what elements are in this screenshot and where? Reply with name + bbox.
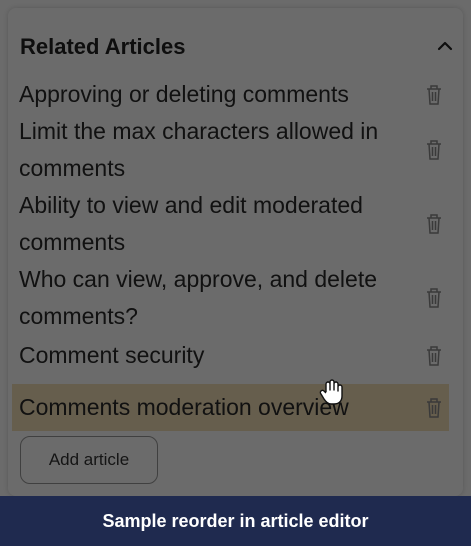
article-item[interactable]: Limit the max characters allowed in comm… bbox=[12, 113, 449, 187]
article-title[interactable]: Comment security bbox=[19, 342, 204, 368]
chevron-up-icon bbox=[437, 41, 453, 51]
article-title[interactable]: Who can view, approve, and delete commen… bbox=[19, 266, 377, 329]
article-item-dragging[interactable]: Comments moderation overview bbox=[12, 384, 449, 431]
trash-icon[interactable] bbox=[425, 139, 443, 161]
article-title[interactable]: Ability to view and edit moderated comme… bbox=[19, 192, 363, 255]
panel-title: Related Articles bbox=[20, 34, 186, 59]
article-title[interactable]: Approving or deleting comments bbox=[19, 81, 349, 107]
article-title[interactable]: Comments moderation overview bbox=[19, 394, 349, 420]
related-articles-list: Approving or deleting comments Limit the… bbox=[12, 76, 449, 431]
article-item[interactable]: Comment security bbox=[12, 337, 449, 374]
grab-hand-icon bbox=[319, 379, 343, 405]
article-title[interactable]: Limit the max characters allowed in comm… bbox=[19, 118, 378, 181]
trash-icon[interactable] bbox=[425, 213, 443, 235]
trash-icon[interactable] bbox=[425, 345, 443, 367]
trash-icon[interactable] bbox=[425, 397, 443, 419]
collapse-button[interactable] bbox=[433, 34, 457, 58]
article-item[interactable]: Who can view, approve, and delete commen… bbox=[12, 261, 449, 335]
panel-header: Related Articles bbox=[20, 30, 457, 64]
article-item[interactable]: Approving or deleting comments bbox=[12, 76, 449, 113]
caption-banner: Sample reorder in article editor bbox=[0, 496, 471, 546]
trash-icon[interactable] bbox=[425, 84, 443, 106]
caption-text: Sample reorder in article editor bbox=[102, 510, 369, 531]
add-article-button[interactable]: Add article bbox=[20, 436, 158, 484]
article-item[interactable]: Ability to view and edit moderated comme… bbox=[12, 187, 449, 261]
trash-icon[interactable] bbox=[425, 287, 443, 309]
